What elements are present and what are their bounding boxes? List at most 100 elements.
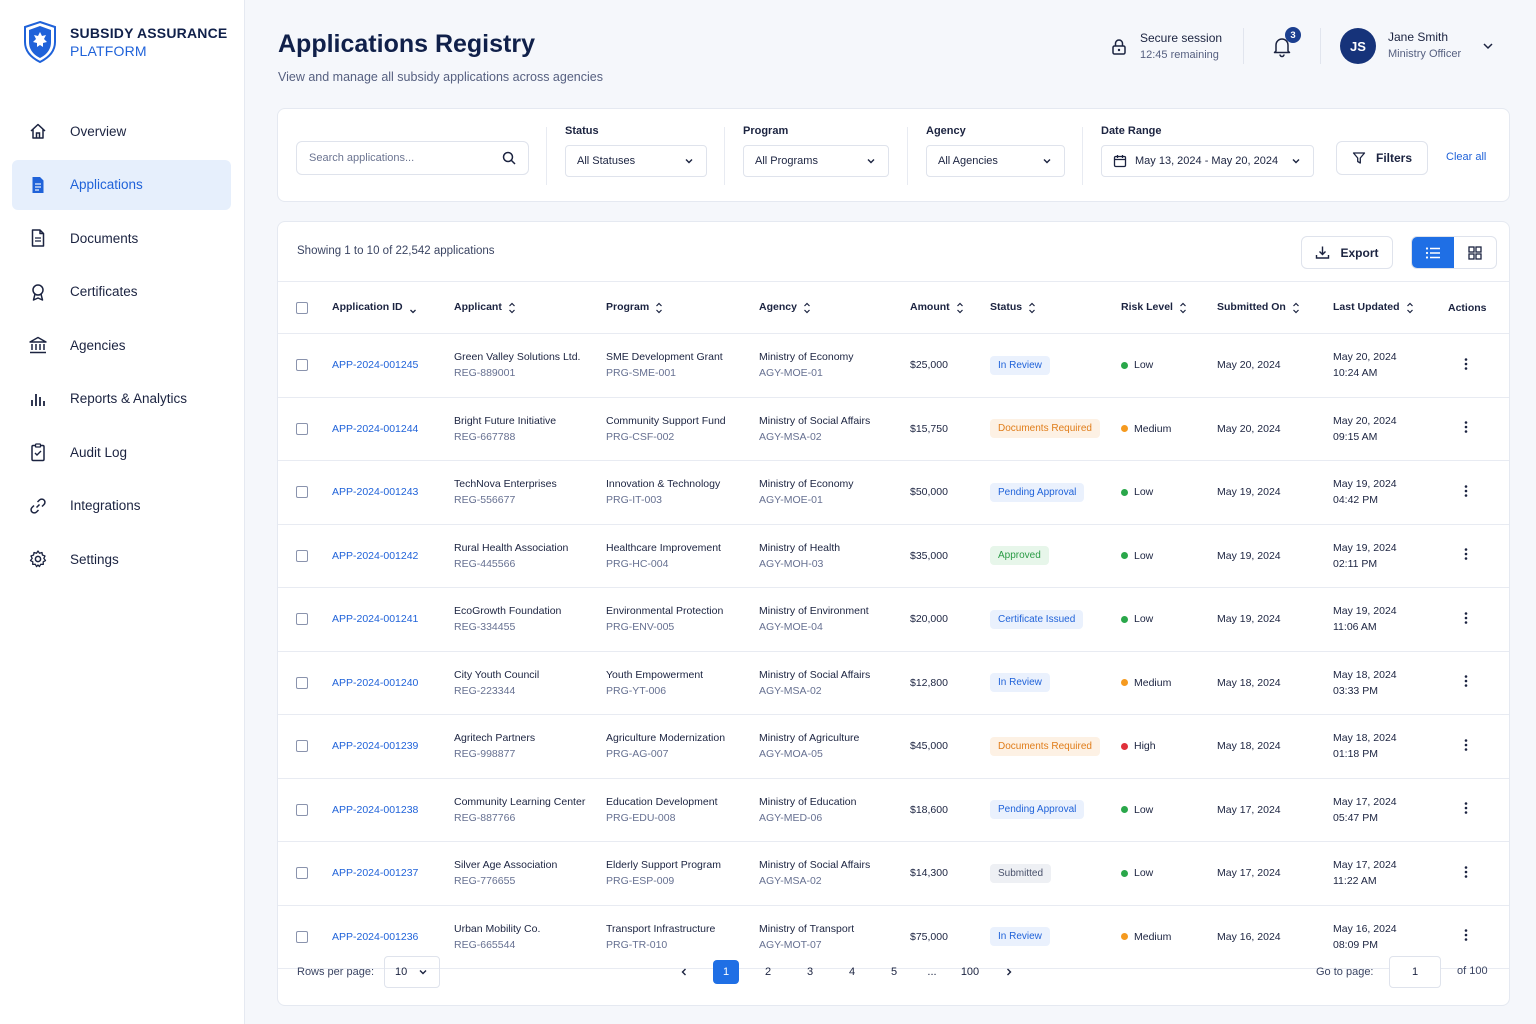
column-header[interactable]: Status: [990, 281, 1121, 334]
column-header[interactable]: Risk Level: [1121, 281, 1217, 334]
row-checkbox[interactable]: [296, 613, 308, 626]
agency-select[interactable]: All Agencies: [926, 145, 1065, 177]
table-row[interactable]: APP-2024-001242 Rural Health Association…: [278, 524, 1509, 588]
row-checkbox[interactable]: [296, 676, 308, 689]
row-checkbox[interactable]: [296, 740, 308, 753]
page-button[interactable]: 5: [881, 960, 907, 984]
application-id-link[interactable]: APP-2024-001239: [332, 740, 418, 752]
program-select[interactable]: All Programs: [743, 145, 889, 177]
list-view-button[interactable]: [1412, 237, 1454, 268]
more-vertical-icon[interactable]: [1458, 419, 1474, 435]
row-checkbox[interactable]: [296, 803, 308, 816]
row-checkbox[interactable]: [296, 486, 308, 499]
sidebar-item-overview[interactable]: Overview: [12, 106, 231, 156]
row-checkbox[interactable]: [296, 549, 308, 562]
more-vertical-icon[interactable]: [1458, 864, 1474, 880]
application-id-link[interactable]: APP-2024-001242: [332, 550, 418, 562]
column-header[interactable]: Application ID: [332, 281, 454, 334]
chevron-down-icon[interactable]: [1480, 38, 1496, 54]
more-vertical-icon[interactable]: [1458, 610, 1474, 626]
sidebar-item-reports-analytics[interactable]: Reports & Analytics: [12, 374, 231, 424]
page-button[interactable]: 3: [797, 960, 823, 984]
application-id-link[interactable]: APP-2024-001245: [332, 359, 418, 371]
page-button[interactable]: 4: [839, 960, 865, 984]
more-vertical-icon[interactable]: [1458, 800, 1474, 816]
more-vertical-icon[interactable]: [1458, 356, 1474, 372]
agency-name: Ministry of Agriculture: [759, 732, 860, 745]
column-header[interactable]: Program: [606, 281, 759, 334]
sidebar-item-settings[interactable]: Settings: [12, 534, 231, 584]
table-row[interactable]: APP-2024-001238 Community Learning Cente…: [278, 778, 1509, 842]
page-button[interactable]: 100: [957, 960, 983, 984]
go-to-page-input[interactable]: [1389, 956, 1441, 988]
application-id-link[interactable]: APP-2024-001237: [332, 867, 418, 879]
sidebar-item-certificates[interactable]: Certificates: [12, 267, 231, 317]
table-row[interactable]: APP-2024-001243 TechNova Enterprises REG-…: [278, 460, 1509, 525]
next-page-button[interactable]: [996, 960, 1022, 984]
page-button[interactable]: 2: [755, 960, 781, 984]
date-range-select[interactable]: May 13, 2024 - May 20, 2024: [1101, 145, 1314, 177]
grid-view-button[interactable]: [1454, 237, 1496, 268]
application-id-link[interactable]: APP-2024-001243: [332, 486, 418, 498]
sidebar-item-audit-log[interactable]: Audit Log: [12, 427, 231, 477]
more-vertical-icon[interactable]: [1458, 737, 1474, 753]
sidebar-item-agencies[interactable]: Agencies: [12, 320, 231, 370]
applicant-name: City Youth Council: [454, 668, 540, 681]
rows-per-page-select[interactable]: 10: [384, 956, 440, 988]
table-row[interactable]: APP-2024-001245 Green Valley Solutions L…: [278, 333, 1509, 398]
program-name: Healthcare Improvement: [606, 541, 721, 554]
application-id-link[interactable]: APP-2024-001238: [332, 804, 418, 816]
row-checkbox[interactable]: [296, 867, 308, 880]
filters-button[interactable]: Filters: [1336, 141, 1428, 175]
more-vertical-icon[interactable]: [1458, 483, 1474, 499]
more-vertical-icon[interactable]: [1458, 927, 1474, 943]
program-code: PRG-SME-001: [606, 367, 677, 380]
table-row[interactable]: APP-2024-001241 EcoGrowth Foundation REG-…: [278, 587, 1509, 652]
prev-page-button[interactable]: [671, 960, 697, 984]
export-button-label: Export: [1340, 245, 1379, 260]
agency-select-value: All Agencies: [938, 155, 998, 167]
page-subtitle: View and manage all subsidy applications…: [278, 70, 603, 84]
page-title: Applications Registry: [278, 30, 535, 58]
filter-icon: [1352, 152, 1366, 164]
column-header[interactable]: Last Updated: [1333, 281, 1448, 334]
sidebar-item-integrations[interactable]: Integrations: [12, 481, 231, 531]
column-header[interactable]: Amount: [910, 281, 990, 334]
row-checkbox[interactable]: [296, 422, 308, 435]
application-id-link[interactable]: APP-2024-001236: [332, 931, 418, 943]
sidebar-item-documents[interactable]: Documents: [12, 213, 231, 263]
table-row[interactable]: APP-2024-001240 City Youth Council REG-22…: [278, 651, 1509, 715]
applications-table-card: Showing 1 to 10 of 22,542 applications E…: [277, 221, 1510, 1006]
row-checkbox[interactable]: [296, 359, 308, 372]
sidebar-item-label: Integrations: [70, 498, 141, 513]
chevron-down-icon: [419, 970, 427, 975]
table-row[interactable]: APP-2024-001239 Agritech Partners REG-998…: [278, 714, 1509, 779]
more-vertical-icon[interactable]: [1458, 673, 1474, 689]
updated-date: May 17, 2024: [1333, 795, 1397, 808]
table-row[interactable]: APP-2024-001244 Bright Future Initiative…: [278, 397, 1509, 461]
agency-name: Ministry of Social Affairs: [759, 414, 871, 427]
search-box[interactable]: [296, 141, 529, 175]
user-menu[interactable]: JS Jane Smith Ministry Officer: [1340, 28, 1461, 64]
table-row[interactable]: APP-2024-001237 Silver Age Association RE…: [278, 841, 1509, 906]
more-vertical-icon[interactable]: [1458, 546, 1474, 562]
sidebar-item-label: Overview: [70, 123, 127, 139]
select-all-checkbox[interactable]: [296, 301, 308, 314]
column-header[interactable]: Agency: [759, 281, 910, 334]
sidebar-item-applications[interactable]: Applications: [12, 159, 231, 210]
status-select[interactable]: All Statuses: [565, 145, 707, 177]
row-checkbox[interactable]: [296, 930, 308, 943]
export-button[interactable]: Export: [1301, 236, 1393, 269]
brand[interactable]: SUBSIDY ASSURANCE PLATFORM: [22, 20, 227, 64]
column-header[interactable]: Submitted On: [1217, 281, 1333, 334]
sort-icon: [656, 302, 663, 313]
clear-all-link[interactable]: Clear all: [1446, 151, 1486, 163]
search-icon[interactable]: [502, 151, 516, 165]
application-id-link[interactable]: APP-2024-001244: [332, 423, 418, 435]
application-id-link[interactable]: APP-2024-001241: [332, 613, 418, 625]
page-button[interactable]: 1: [713, 960, 739, 984]
sort-icon: [804, 302, 810, 313]
search-input[interactable]: [309, 152, 489, 164]
application-id-link[interactable]: APP-2024-001240: [332, 677, 418, 689]
column-header[interactable]: Applicant: [454, 281, 606, 334]
